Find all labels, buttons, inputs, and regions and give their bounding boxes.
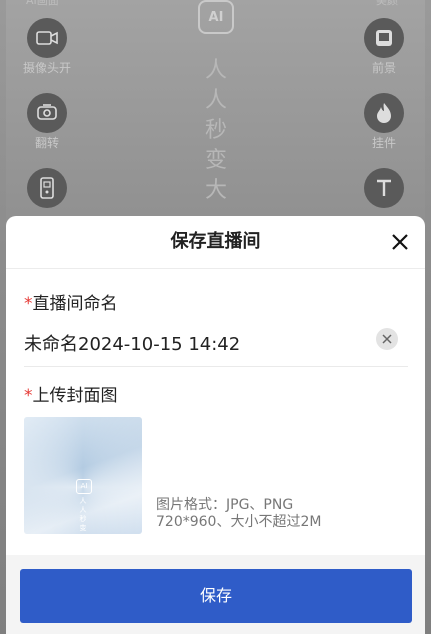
required-mark: * <box>24 294 33 314</box>
ai-logo: AI <box>198 0 234 34</box>
flip-tool[interactable]: 翻转 <box>18 93 76 150</box>
flip-icon <box>27 93 67 133</box>
title-divider <box>6 268 425 269</box>
close-icon[interactable] <box>387 229 413 255</box>
input-underline <box>24 366 408 367</box>
room-name-label-text: 直播间命名 <box>32 294 118 314</box>
required-mark: * <box>24 386 33 406</box>
cover-label: *上传封面图 <box>24 381 118 406</box>
text-icon <box>364 168 404 208</box>
camera-toggle-tool[interactable]: 摄像头开 <box>18 18 76 75</box>
cover-label-text: 上传封面图 <box>32 386 118 406</box>
text-tool[interactable] <box>355 168 413 211</box>
flip-tool-label: 翻转 <box>34 136 59 150</box>
top-right-fragment: 美颜 <box>376 0 398 7</box>
sheet-title: 保存直播间 <box>170 231 261 252</box>
center-watermark-text: 人人秒变大 <box>204 58 227 203</box>
room-name-input[interactable]: 未命名2024-10-15 14:42 <box>24 330 240 356</box>
room-name-label: *直播间命名 <box>24 289 118 314</box>
save-live-room-sheet: 保存直播间 *直播间命名 未命名2024-10-15 14:42 *上传封面图 … <box>6 216 425 634</box>
foreground-icon <box>364 18 404 58</box>
remote-icon <box>27 168 67 208</box>
remote-tool[interactable] <box>18 168 76 211</box>
hint-line-format: 图片格式：JPG、PNG <box>156 497 294 513</box>
cover-text: 人人秒变 <box>79 497 87 532</box>
camera-icon <box>27 18 67 58</box>
cover-image-upload[interactable]: AI 人人秒变 <box>24 417 142 534</box>
hint-line-size: 720*960、大小不超过2M <box>156 514 322 530</box>
save-button[interactable]: 保存 <box>20 569 412 623</box>
camera-tool-label: 摄像头开 <box>22 61 71 75</box>
cover-logo: AI <box>76 479 92 494</box>
cover-format-hint: 图片格式：JPG、PNG 720*960、大小不超过2M <box>156 497 321 531</box>
clear-icon[interactable] <box>376 328 398 350</box>
pendant-tool-label: 挂件 <box>371 136 396 150</box>
pendant-tool[interactable]: 挂件 <box>355 93 413 150</box>
foreground-tool-label: 前景 <box>371 61 396 75</box>
foreground-tool[interactable]: 前景 <box>355 18 413 75</box>
top-left-fragment: AI画面 <box>26 0 59 7</box>
flame-icon <box>364 93 404 133</box>
